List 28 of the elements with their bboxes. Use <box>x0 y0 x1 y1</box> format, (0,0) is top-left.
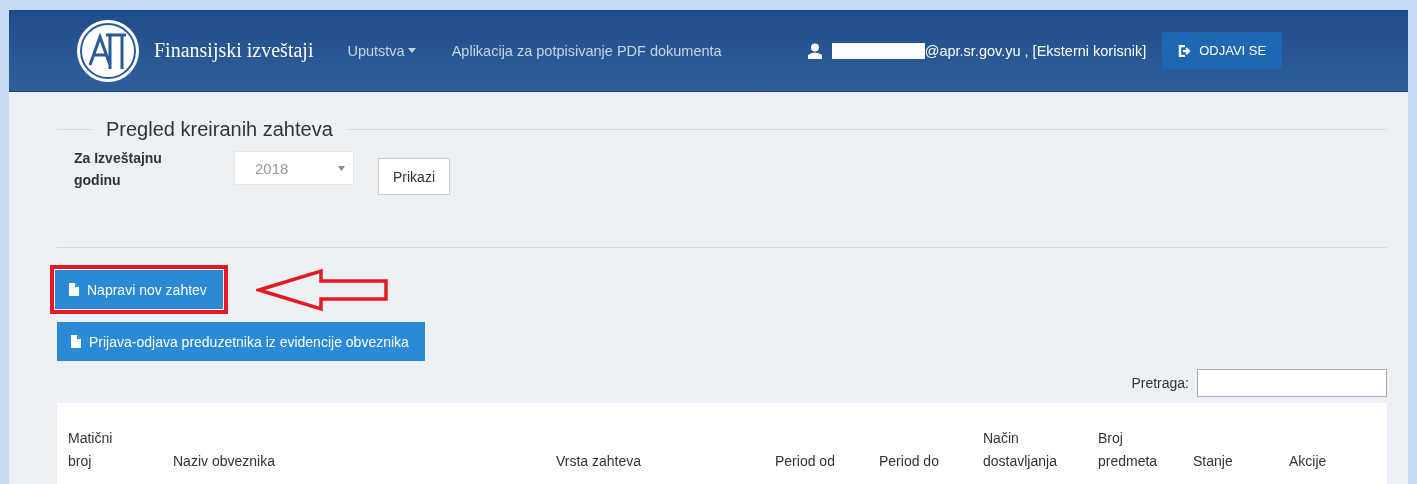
user-email: @apr.sr.gov.yu , [Eksterni korisnik] <box>924 42 1147 59</box>
column-header[interactable]: Period do <box>879 450 983 473</box>
column-header[interactable]: Način dostavljanja <box>983 427 1098 473</box>
nav-link[interactable]: Aplikacija za potpisivanje PDF dokumenta <box>451 42 722 59</box>
column-header[interactable]: Broj predmeta <box>1098 427 1168 473</box>
app-title: Finansijski izveštaji <box>154 39 314 62</box>
user-icon <box>807 42 822 59</box>
nav-link[interactable]: Uputstva <box>347 42 416 59</box>
document-icon <box>69 283 79 296</box>
field-label: Za Izveštajnu godinu <box>74 149 163 190</box>
search-label: Pretraga: <box>1131 375 1189 391</box>
show-button[interactable]: Prikazi <box>378 158 450 195</box>
column-header[interactable]: Vrsta zahteva <box>556 450 775 473</box>
logo-icon <box>76 18 140 83</box>
action-button[interactable]: Napravi nov zahtev <box>55 270 223 309</box>
caret-icon <box>407 48 416 53</box>
column-header[interactable]: Akcije <box>1289 450 1387 473</box>
caret-icon <box>338 165 345 171</box>
column-header[interactable]: Matični broj <box>68 427 138 473</box>
logout-button[interactable]: ODJAVI SE <box>1162 32 1283 69</box>
column-header[interactable]: Naziv obveznika <box>173 450 556 473</box>
section-title: Pregled kreiranih zahteva <box>106 118 333 141</box>
logout-icon <box>1178 44 1192 57</box>
column-header[interactable]: Period od <box>775 450 879 473</box>
search-field[interactable] <box>1197 369 1387 397</box>
document-icon <box>71 335 81 348</box>
action-button[interactable]: Prijava-odjava preduzetnika iz evidencije obveznika <box>57 322 425 361</box>
column-header[interactable]: Stanje <box>1193 450 1289 473</box>
